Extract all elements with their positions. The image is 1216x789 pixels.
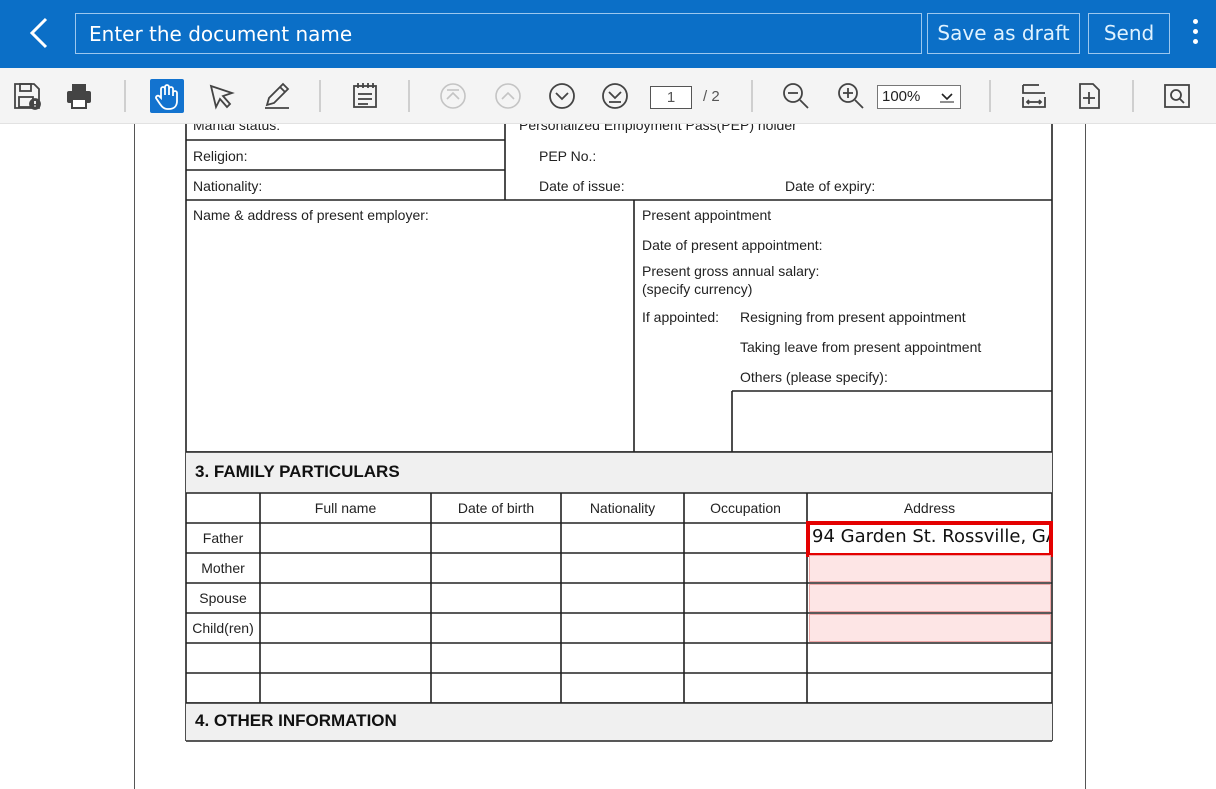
fit-width-icon[interactable] [1017,79,1051,113]
page-left-edge [134,124,135,789]
app-bar: Save as draft Send [0,0,1216,68]
first-page-icon[interactable] [436,79,470,113]
zoom-level-value: 100% [882,88,921,105]
back-button[interactable] [22,14,58,52]
notes-icon[interactable] [348,79,382,113]
row-label-children: Child(ren) [192,620,254,636]
spouse-address-field[interactable] [809,584,1051,612]
mother-address-field[interactable] [809,555,1051,582]
row-label-spouse: Spouse [199,590,247,606]
pep-holder-label: Personalized Employment Pass(PEP) holder [519,124,797,133]
if-appointed-label: If appointed: [642,309,720,325]
column-header: Occupation [710,500,781,516]
send-button[interactable]: Send [1088,13,1170,54]
fit-page-icon[interactable] [1072,79,1106,113]
page-right-edge [1085,124,1086,789]
date-of-issue-label: Date of issue: [539,178,625,194]
search-icon[interactable] [1160,79,1194,113]
column-header: Full name [314,500,377,516]
column-header: Nationality [589,500,656,516]
select-pointer-icon[interactable] [205,79,239,113]
toolbar-divider [1132,80,1134,112]
document-viewer[interactable]: Marital status: Personalized Employment … [0,124,1216,789]
nationality-label: Nationality: [193,178,263,194]
hand-tool-icon[interactable] [150,79,184,113]
toolbar-divider [751,80,753,112]
row-label-father: Father [202,530,244,546]
toolbar-divider [408,80,410,112]
taking-leave-option[interactable]: Taking leave from present appointment [740,339,981,355]
date-present-appointment-label: Date of present appointment: [642,237,823,253]
date-of-expiry-label: Date of expiry: [785,178,876,194]
others-option[interactable]: Others (please specify): [740,369,888,385]
column-header: Address [903,500,956,516]
zoom-in-icon[interactable] [834,79,868,113]
column-header: Date of birth [457,500,535,516]
next-page-icon[interactable] [545,79,579,113]
family-particulars-heading: 3. FAMILY PARTICULARS [195,462,400,481]
marital-status-label: Marital status: [193,124,281,133]
toolbar-divider [124,80,126,112]
zoom-out-icon[interactable] [779,79,813,113]
religion-label: Religion: [193,148,248,164]
previous-page-icon[interactable] [491,79,525,113]
toolbar-divider [319,80,321,112]
chevron-down-icon [940,93,954,103]
gross-salary-label: Present gross annual salary: [642,263,820,279]
toolbar: / 2 100% [0,68,1216,124]
present-appointment-label: Present appointment [642,207,772,223]
page-total: / 2 [703,88,720,105]
application-form-page: Marital status: Personalized Employment … [185,124,1053,745]
father-address-field[interactable]: 94 Garden St. Rossville, GA [806,521,1053,557]
document-name-input[interactable] [75,13,922,54]
chevron-left-icon [29,17,48,49]
pen-icon[interactable] [260,79,294,113]
print-icon[interactable] [62,79,96,113]
other-information-heading: 4. OTHER INFORMATION [195,711,397,730]
save-file-icon[interactable] [10,79,44,113]
page-number-input[interactable] [650,86,692,109]
resigning-option[interactable]: Resigning from present appointment [740,309,966,325]
zoom-level-select[interactable]: 100% [877,85,961,109]
last-page-icon[interactable] [598,79,632,113]
specify-currency-label: (specify currency) [642,281,753,297]
save-as-draft-button[interactable]: Save as draft [927,13,1080,54]
row-label-mother: Mother [201,560,245,576]
pep-no-label: PEP No.: [539,148,597,164]
children-address-field[interactable] [809,614,1051,642]
toolbar-divider [989,80,991,112]
employer-label: Name & address of present employer: [193,207,429,223]
more-options-icon[interactable] [1184,16,1206,50]
